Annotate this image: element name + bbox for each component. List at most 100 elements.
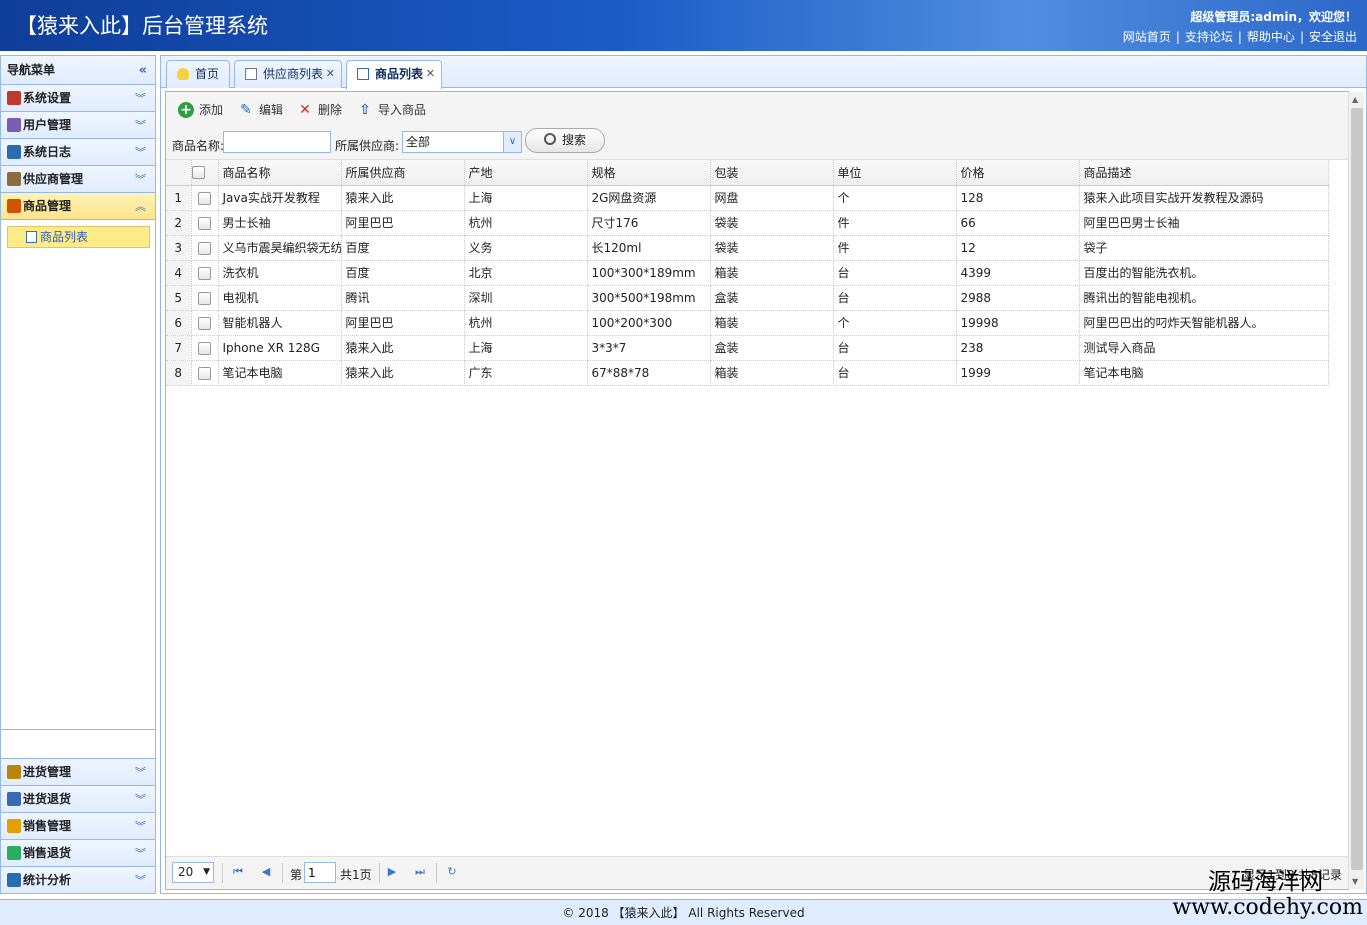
table-row[interactable]: 8 笔记本电脑 猿来入此 广东 67*88*78 箱装台 1999 笔记本电脑 xyxy=(166,360,1329,386)
table-cell: 100*200*300 xyxy=(587,310,711,336)
edit-icon: ✎ xyxy=(240,102,252,118)
refresh-icon[interactable]: ↻ xyxy=(444,864,460,880)
sidebar-bottom-panels: 进货管理 ︾ 进货退货 ︾ 销售管理 ︾ 销售退货 ︾ 统计分析 ︾ xyxy=(1,758,155,893)
column-header[interactable]: 商品名称 xyxy=(218,160,342,186)
column-header[interactable]: 单位 xyxy=(833,160,957,186)
table-row[interactable]: 5 电视机 腾讯 深圳 300*500*198mm 盒装台 2988 腾讯出的智能电视机。 xyxy=(166,285,1329,311)
sidebar-panel-goods[interactable]: 商品管理 ︽ xyxy=(1,193,155,220)
table-cell: 2988 xyxy=(956,285,1080,311)
edit-label: 编辑 xyxy=(259,103,284,117)
page-size-value: 20 xyxy=(178,865,194,879)
scroll-up-icon[interactable]: ▲ xyxy=(1352,95,1358,104)
table-row[interactable]: 6 智能机器人 阿里巴巴 杭州 100*200*300 箱装个 19998 阿里巴巴出的叼炸天… xyxy=(166,310,1329,336)
table-cell: 电视机 xyxy=(218,285,342,311)
row-checkbox[interactable] xyxy=(191,235,219,261)
table-header-row: 商品名称 所属供应商 产地 规格 包装 单位 价格 商品描述 xyxy=(166,160,1329,186)
table-cell: 盒装 xyxy=(710,285,834,311)
delete-button[interactable]: ✕ 删除 xyxy=(297,101,342,119)
nav-menu-title: 导航菜单 « xyxy=(1,56,155,85)
close-icon[interactable]: ✕ xyxy=(426,61,435,87)
help-link[interactable]: 帮助中心 xyxy=(1247,30,1295,44)
scroll-down-icon[interactable]: ▼ xyxy=(1352,877,1358,886)
table-cell: 腾讯出的智能电视机。 xyxy=(1079,285,1329,311)
tab-home[interactable]: 首页 xyxy=(166,60,230,88)
sidebar-panel-label: 商品管理 xyxy=(23,199,72,213)
row-number: 1 xyxy=(166,185,192,211)
scrollbar-thumb[interactable] xyxy=(1351,108,1363,870)
sidebar-panel-purchase-return[interactable]: 进货退货 ︾ xyxy=(1,785,155,812)
table-cell: 长120ml xyxy=(587,235,711,261)
sidebar-panel-label: 进货退货 xyxy=(23,792,72,806)
table-cell: 100*300*189mm xyxy=(587,260,711,286)
supplier-select[interactable]: 全部 ∨ xyxy=(402,131,522,153)
sidebar-panel-sales[interactable]: 销售管理 ︾ xyxy=(1,812,155,839)
tab-goods-list[interactable]: 商品列表 ✕ xyxy=(346,60,442,89)
chevron-down-icon: ︾ xyxy=(135,874,146,887)
first-page-icon[interactable]: ⏮ xyxy=(230,864,246,880)
table-cell: 男士长袖 xyxy=(218,210,342,236)
vertical-scrollbar[interactable]: ▲ ▼ xyxy=(1348,92,1364,889)
column-header[interactable]: 规格 xyxy=(587,160,711,186)
add-button[interactable]: + 添加 xyxy=(178,101,223,119)
table-cell: 网盘 xyxy=(710,185,834,211)
logout-link[interactable]: 安全退出 xyxy=(1309,30,1357,44)
chevron-down-icon: ︾ xyxy=(135,119,146,132)
supplier-icon xyxy=(7,172,21,186)
table-cell: 件 xyxy=(833,210,957,236)
select-all-checkbox[interactable] xyxy=(191,160,219,186)
table-cell: 上海 xyxy=(464,185,588,211)
prev-page-icon[interactable]: ◀ xyxy=(258,864,274,880)
chevron-down-icon: ︾ xyxy=(135,793,146,806)
tools-icon xyxy=(7,91,21,105)
table-row[interactable]: 1 Java实战开发教程 猿来入此 上海 2G网盘资源 网盘个 128 猿来入此项目实战开发教… xyxy=(166,185,1329,211)
sidebar-item-goods-list[interactable]: 商品列表 xyxy=(7,226,150,248)
page-total: 共1页 xyxy=(340,868,372,882)
sidebar-panel-supplier[interactable]: 供应商管理 ︾ xyxy=(1,166,155,193)
sidebar-panel-users[interactable]: 用户管理 ︾ xyxy=(1,112,155,139)
forum-link[interactable]: 支持论坛 xyxy=(1185,30,1233,44)
row-checkbox[interactable] xyxy=(191,360,219,386)
table-cell: 百度 xyxy=(341,235,465,261)
table-row[interactable]: 2 男士长袖 阿里巴巴 杭州 尺寸176 袋装件 66 阿里巴巴男士长袖 xyxy=(166,210,1329,236)
column-header[interactable]: 价格 xyxy=(956,160,1080,186)
sidebar-panel-system[interactable]: 系统设置 ︾ xyxy=(1,85,155,112)
table-row[interactable]: 3 义乌市震昊编织袋无纺 百度 义务 长120ml 袋装件 12 袋子 xyxy=(166,235,1329,261)
name-search-input[interactable] xyxy=(223,131,331,153)
goods-list-panel: + 添加 ✎ 编辑 ✕ 删除 ⇧ 导入商品 商品名称: 所属供应商: 全部 ∨ xyxy=(165,91,1349,890)
sidebar: 导航菜单 « 系统设置 ︾ 用户管理 ︾ 系统日志 ︾ 供应商管理 ︾ 商品管理… xyxy=(0,55,156,894)
table-row[interactable]: 7 Iphone XR 128G 猿来入此 上海 3*3*7 盒装台 238 测试导入商品 xyxy=(166,335,1329,361)
row-checkbox[interactable] xyxy=(191,210,219,236)
search-button[interactable]: 搜索 xyxy=(525,128,605,153)
collapse-icon[interactable]: « xyxy=(139,56,147,85)
page-number-input[interactable] xyxy=(304,862,336,883)
import-button[interactable]: ⇧ 导入商品 xyxy=(357,101,426,119)
sidebar-panel-purchase[interactable]: 进货管理 ︾ xyxy=(1,758,155,785)
column-header[interactable]: 所属供应商 xyxy=(341,160,465,186)
column-header[interactable]: 商品描述 xyxy=(1079,160,1329,186)
triangle-down-icon: ▼ xyxy=(203,867,210,877)
table-cell: 杭州 xyxy=(464,310,588,336)
edit-button[interactable]: ✎ 编辑 xyxy=(238,101,283,119)
close-icon[interactable]: ✕ xyxy=(326,61,335,87)
row-checkbox[interactable] xyxy=(191,310,219,336)
link-separator: | xyxy=(1299,30,1304,44)
row-checkbox[interactable] xyxy=(191,185,219,211)
table-row[interactable]: 4 洗衣机 百度 北京 100*300*189mm 箱装台 4399 百度出的智能洗衣机。 xyxy=(166,260,1329,286)
row-checkbox[interactable] xyxy=(191,335,219,361)
next-page-icon[interactable]: ▶ xyxy=(384,864,400,880)
tab-supplier-list[interactable]: 供应商列表 ✕ xyxy=(234,60,342,88)
table-cell: 尺寸176 xyxy=(587,210,711,236)
link-separator: | xyxy=(1175,30,1180,44)
sidebar-panel-log[interactable]: 系统日志 ︾ xyxy=(1,139,155,166)
row-checkbox[interactable] xyxy=(191,285,219,311)
column-header[interactable]: 包装 xyxy=(710,160,834,186)
sidebar-panel-sales-return[interactable]: 销售退货 ︾ xyxy=(1,839,155,866)
delete-label: 删除 xyxy=(318,103,343,117)
page-size-select[interactable]: 20 ▼ xyxy=(172,862,214,883)
sidebar-panel-label: 用户管理 xyxy=(23,118,72,132)
home-link[interactable]: 网站首页 xyxy=(1123,30,1171,44)
column-header[interactable]: 产地 xyxy=(464,160,588,186)
last-page-icon[interactable]: ⏭ xyxy=(412,864,428,880)
sidebar-panel-stats[interactable]: 统计分析 ︾ xyxy=(1,866,155,893)
row-checkbox[interactable] xyxy=(191,260,219,286)
